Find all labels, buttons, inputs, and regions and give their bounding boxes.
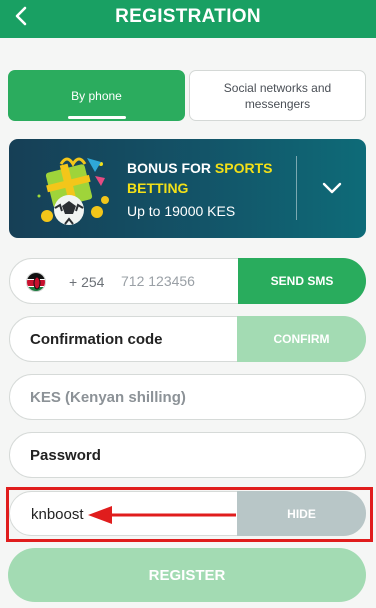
bonus-banner[interactable]: BONUS FOR SPORTS BETTING Up to 19000 KES xyxy=(9,139,366,238)
arrow-left-icon xyxy=(88,506,236,524)
gift-football-icon xyxy=(37,157,109,225)
bonus-title: BONUS FOR SPORTS BETTING xyxy=(127,158,297,198)
currency-value: KES (Kenyan shilling) xyxy=(30,389,186,406)
chevron-down-icon[interactable] xyxy=(321,177,343,199)
password-field xyxy=(9,432,366,478)
send-sms-button[interactable]: SEND SMS xyxy=(238,258,366,304)
tab-by-phone[interactable]: By phone xyxy=(8,70,185,121)
bonus-divider xyxy=(296,156,297,220)
currency-field[interactable]: KES (Kenyan shilling) xyxy=(9,374,366,420)
confirmation-code-input[interactable] xyxy=(30,317,230,361)
bonus-title-text: BONUS FOR xyxy=(127,160,215,176)
phone-input[interactable] xyxy=(121,259,245,303)
tab-social-networks[interactable]: Social networks and messengers xyxy=(189,70,366,121)
bonus-amount: Up to 19000 KES xyxy=(127,203,236,219)
tab-by-phone-label: By phone xyxy=(71,88,122,103)
confirmation-code-field: CONFIRM xyxy=(9,316,366,362)
country-code[interactable]: + 254 xyxy=(69,274,104,290)
password-input[interactable] xyxy=(30,433,330,477)
registration-method-tabs: By phone Social networks and messengers xyxy=(8,70,366,122)
register-button[interactable]: REGISTER xyxy=(8,548,366,602)
page-title: REGISTRATION xyxy=(115,6,261,27)
kenya-flag-icon[interactable] xyxy=(26,272,46,292)
tab-social-label: Social networks and messengers xyxy=(223,80,332,111)
active-tab-underline xyxy=(68,116,126,119)
phone-number-field: + 254 SEND SMS xyxy=(9,258,366,304)
confirm-button[interactable]: CONFIRM xyxy=(237,316,366,362)
top-header: REGISTRATION xyxy=(0,0,376,38)
